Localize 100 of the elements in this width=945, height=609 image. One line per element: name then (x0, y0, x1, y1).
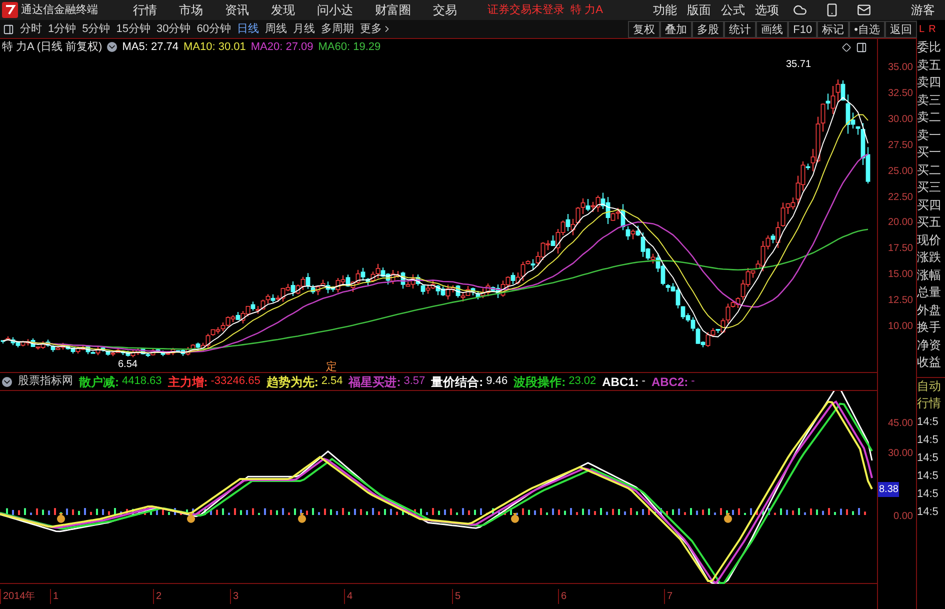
period-tab[interactable]: 60分钟 (196, 20, 231, 38)
period-tab[interactable]: 30分钟 (156, 20, 191, 38)
indicator-value: - (642, 374, 646, 390)
toolbar-button[interactable]: 统计 (724, 20, 756, 38)
quote-label: 外盘 (917, 302, 942, 318)
price-tick: 30.00 (888, 112, 913, 127)
menu-item[interactable]: 行情 (133, 1, 157, 19)
period-tab[interactable]: 周线 (265, 20, 287, 38)
price-tick: 10.00 (888, 320, 913, 334)
indicator-label: ABC1: (602, 374, 639, 390)
toolbar-button[interactable]: F10 (788, 20, 818, 38)
quote-label: 卖二 (917, 109, 942, 126)
trade-time: 14:5 (917, 450, 940, 466)
menu-item[interactable]: 财富圈 (375, 1, 411, 19)
indicator-label: 散户减: (79, 374, 119, 390)
ma-value: MA20: 27.09 (250, 40, 314, 55)
price-tick: 20.00 (888, 216, 913, 230)
date-label: 4 (344, 589, 452, 604)
period-tab[interactable]: 更多 (360, 20, 392, 38)
trade-time: 14:5 (917, 504, 940, 520)
indicator-tick: 30.00 (888, 447, 913, 461)
diamond-icon[interactable] (842, 42, 851, 52)
app-title: 通达信金融终端 (21, 2, 99, 18)
menu-item[interactable]: 资讯 (225, 1, 249, 19)
toolbar-button[interactable]: 复权 (628, 20, 660, 38)
quote-label: 卖一 (917, 126, 942, 144)
signal-marker: 定 (326, 360, 337, 375)
user-label[interactable]: 游客 (911, 1, 935, 19)
corner-label: R (928, 22, 936, 37)
side-tab[interactable]: 行情 (917, 395, 945, 412)
stock-name: 特 力A (570, 2, 603, 18)
quote-label: 卖三 (917, 92, 942, 108)
toolbar-button[interactable]: •自选 (849, 20, 885, 38)
quote-label: 总量 (917, 284, 942, 301)
indicator-value: -33246.65 (210, 374, 260, 390)
date-label: 5 (452, 589, 558, 604)
indicator-label: 主力增: (168, 374, 208, 390)
period-tab[interactable]: 5分钟 (82, 20, 110, 38)
indicator-label: 趋势为先: (266, 374, 318, 390)
mail-icon[interactable] (857, 3, 871, 17)
trade-time: 14:5 (917, 468, 940, 484)
indicator-label: 波段操作: (514, 374, 566, 390)
quote-label: 涨跌 (917, 249, 942, 266)
price-tick: 25.00 (888, 164, 913, 179)
quote-label: 买三 (917, 179, 942, 196)
toolbar-button[interactable]: 多股 (692, 20, 724, 38)
quote-label: 现价 (917, 232, 942, 248)
logo-icon (2, 2, 18, 18)
price-tick: 15.00 (888, 268, 913, 282)
toolbar-button[interactable]: 叠加 (660, 20, 692, 38)
panel-icon[interactable] (856, 42, 867, 52)
period-tab[interactable]: 日线 (237, 20, 259, 38)
indicator-value: 2.54 (321, 374, 343, 390)
indicator-value: 4418.63 (122, 374, 162, 390)
side-tab[interactable]: 自动 (917, 378, 945, 395)
menu-item[interactable]: 功能 (653, 1, 677, 19)
menu-item[interactable]: 公式 (721, 1, 745, 19)
phone-icon[interactable] (825, 3, 839, 17)
menu-item[interactable]: 选项 (755, 1, 779, 19)
quote-label: 收益 (917, 354, 942, 371)
indicator-value: 23.02 (568, 374, 596, 390)
dropdown-icon[interactable] (107, 42, 118, 52)
login-notice[interactable]: 证券交易未登录 (488, 2, 565, 18)
cloud-icon[interactable] (793, 3, 807, 17)
dropdown-icon[interactable] (2, 376, 12, 386)
quote-label: 买四 (917, 196, 942, 214)
price-tick: 17.50 (888, 242, 913, 256)
period-tab[interactable]: 分时 (20, 20, 42, 38)
menu-item[interactable]: 交易 (433, 1, 457, 19)
period-tab[interactable]: 1分钟 (48, 20, 76, 38)
indicator-label: ABC2: (651, 374, 688, 390)
price-tick: 32.50 (888, 86, 913, 101)
menu-item[interactable]: 市场 (179, 1, 203, 19)
quote-label: 卖四 (917, 74, 942, 91)
high-price-label: 35.71 (786, 58, 812, 72)
menu-item[interactable]: 发现 (271, 1, 295, 19)
indicator-value: 3.57 (404, 374, 426, 390)
period-tab[interactable]: 月线 (293, 20, 315, 38)
current-value-tag: 8.38 (878, 482, 900, 497)
price-tick: 22.50 (888, 190, 913, 204)
trade-time: 14:5 (917, 432, 940, 448)
toolbar-button[interactable]: 画线 (756, 20, 788, 38)
price-tick: 35.00 (888, 61, 913, 75)
menu-item[interactable]: 版面 (687, 1, 711, 19)
quote-label: 委比 (917, 39, 942, 56)
panel-icon[interactable] (3, 24, 14, 34)
date-label: 6 (558, 589, 664, 604)
date-label: 3 (230, 589, 344, 604)
period-tab[interactable]: 15分钟 (116, 20, 150, 38)
date-label: 7 (664, 589, 724, 604)
period-tab[interactable]: 多周期 (321, 20, 354, 38)
ma-value: MA10: 30.01 (184, 40, 246, 55)
trade-time: 14:5 (917, 486, 940, 502)
toolbar-button[interactable]: 返回 (885, 20, 917, 38)
chart-title: 特 力A (日线 前复权) (2, 40, 102, 55)
indicator-value: 9.46 (486, 374, 508, 390)
toolbar-button[interactable]: 标记 (817, 20, 850, 38)
indicator-value: - (691, 374, 695, 390)
menu-item[interactable]: 问小达 (317, 1, 353, 19)
money-bag-icon (186, 512, 196, 523)
